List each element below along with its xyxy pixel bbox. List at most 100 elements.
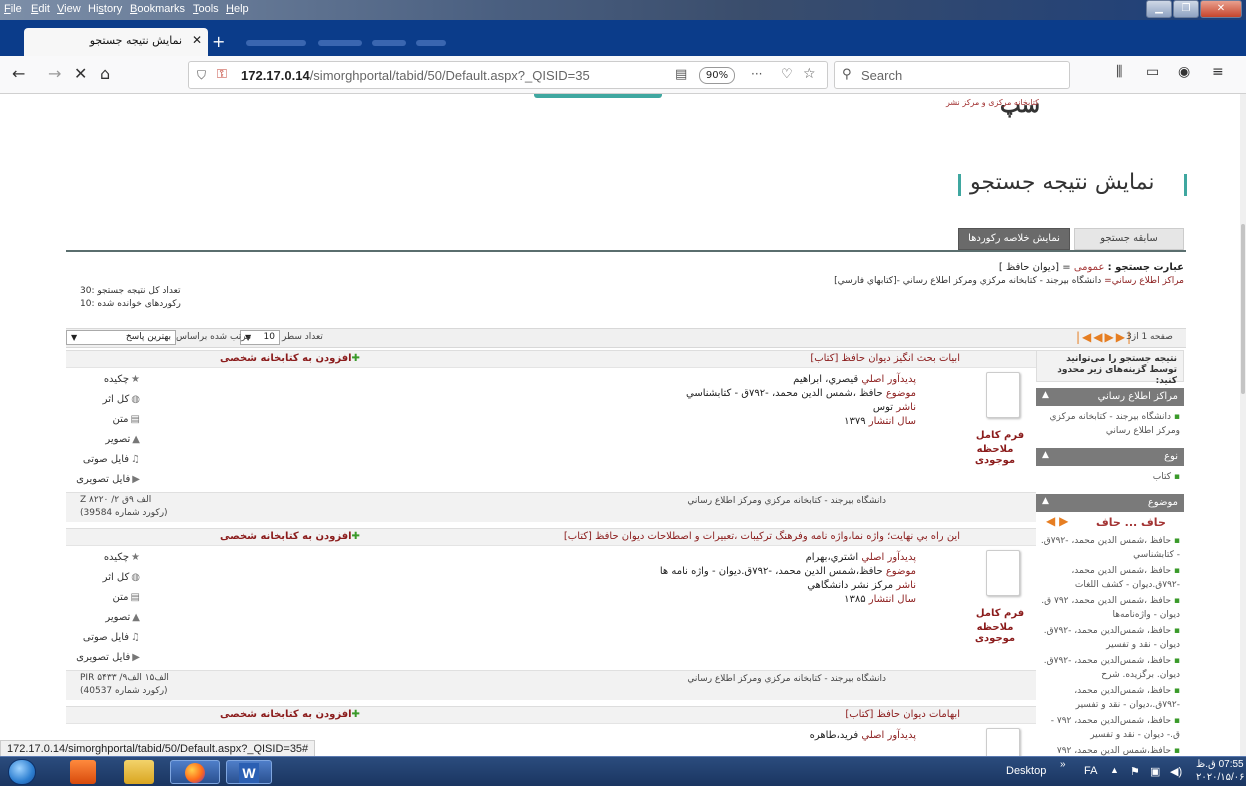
facet-header-centers[interactable]: مراكز اطلاع رساني ▲	[1036, 388, 1184, 406]
facet-header-type[interactable]: نوع ▲	[1036, 448, 1184, 466]
start-button[interactable]	[8, 759, 36, 785]
subject-facet-item[interactable]: ▪ حافظ، شمس‌الدين محمد، ۷۹۲ - ق.- ديوان …	[1040, 714, 1180, 742]
record-title[interactable]: ابيات بحث انگيز ديوان حافظ [كتاب]	[810, 353, 960, 364]
facet-item[interactable]: ▪ دانشگاه بيرجند - كتابخانه مركزي ومركز …	[1040, 410, 1180, 438]
tab-close-icon[interactable]: ✕	[192, 33, 202, 47]
facet-pager[interactable]: ◀ ▶	[1046, 514, 1068, 528]
clock-date[interactable]: ۲۰۲۰/۱۵/۰۶	[1196, 772, 1245, 783]
video-link[interactable]: ▶فایل تصویری	[76, 470, 140, 490]
first-page-icon[interactable]: |◀	[1076, 330, 1093, 344]
record-publisher[interactable]: توس	[873, 402, 893, 413]
abstract-link[interactable]: ★چکیده	[80, 548, 140, 568]
record-subject[interactable]: حافظ ،شمس الدين محمد، -۷۹۲ق - كتابشناسي	[686, 388, 883, 399]
flag-icon[interactable]: ⚑	[1130, 765, 1140, 778]
collapse-icon[interactable]: ▲	[1042, 390, 1049, 400]
audio-link[interactable]: ♫فایل صوتی	[80, 450, 140, 470]
pocket-icon[interactable]: ♡	[781, 67, 793, 82]
audio-link[interactable]: ♫فایل صوتی	[80, 628, 140, 648]
add-to-library-link[interactable]: ✚افزودن به کتابخانه شخصی	[220, 353, 360, 364]
subject-facet-item[interactable]: ▪ حافظ، شمس‌الدين محمد، -۷۹۲ق. ديوان. بر…	[1040, 654, 1180, 682]
facet-header-subject[interactable]: موضوع ▲	[1036, 494, 1184, 512]
subject-facet-item[interactable]: ▪ حافظ ،شمس الدين محمد، -۷۹۲ق.ديوان - كش…	[1040, 564, 1180, 592]
new-tab-button[interactable]: +	[212, 32, 225, 51]
forward-icon[interactable]: →	[48, 64, 61, 83]
blurred-tab[interactable]	[416, 40, 446, 46]
minimize-button[interactable]: ▁	[1146, 0, 1172, 18]
menu-history[interactable]: History	[88, 3, 122, 15]
video-link[interactable]: ▶فایل تصویری	[76, 648, 140, 668]
facet-range[interactable]: حاف ... حاف	[1096, 516, 1166, 529]
subject-facet-item[interactable]: ▪ حافظ ،شمس الدين محمد، ۷۹۲ ق. ديوان - و…	[1040, 594, 1180, 622]
full-record-link[interactable]: فرم کامل	[970, 608, 1030, 619]
pager-controls[interactable]: |◀◀▶▶|	[1076, 330, 1133, 344]
scrollbar-thumb[interactable]	[1241, 224, 1245, 394]
stop-icon[interactable]: ✕	[74, 64, 87, 83]
book-cover-icon[interactable]	[986, 728, 1020, 756]
image-link[interactable]: ▲تصویر	[80, 430, 140, 450]
book-cover-icon[interactable]	[986, 550, 1020, 596]
menu-icon[interactable]: ≡	[1212, 64, 1224, 80]
reader-view-icon[interactable]: ▤	[675, 67, 687, 82]
collapse-icon[interactable]: ▲	[1042, 496, 1049, 506]
tab-search-history[interactable]: سابقه جستجو	[1074, 228, 1184, 250]
menu-tools[interactable]: Tools	[193, 3, 219, 15]
blurred-tab[interactable]	[318, 40, 362, 46]
subject-facet-item[interactable]: ▪ حافظ، شمس‌الدين محمد، -۷۹۲ق.،ديوان - ن…	[1040, 684, 1180, 712]
add-to-library-link[interactable]: ✚افزودن به کتابخانه شخصی	[220, 531, 360, 542]
facet-item[interactable]: ▪ كتاب	[1040, 470, 1180, 484]
text-link[interactable]: ▤متن	[80, 410, 140, 430]
volume-icon[interactable]: ◀)	[1170, 765, 1182, 778]
subject-facet-item[interactable]: ▪ حافظ،شمس الدين محمد، ۷۹۲ ق.ديوان - نقد…	[1040, 744, 1180, 756]
tab-active[interactable]: نمایش نتیجه جستجو ✕	[24, 28, 208, 56]
network-icon[interactable]: ▣	[1150, 765, 1160, 778]
sort-select[interactable]: ▼ بهترین پاسخ	[66, 330, 176, 345]
shield-icon[interactable]: ⛉	[197, 68, 206, 83]
next-page-icon[interactable]: ▶	[1105, 330, 1116, 344]
desktop-toolbar[interactable]: Desktop	[1006, 765, 1046, 777]
full-work-link[interactable]: ◍کل اثر	[80, 568, 140, 588]
toolbar-expand-icon[interactable]: »	[1060, 759, 1066, 770]
book-cover-icon[interactable]	[986, 372, 1020, 418]
image-link[interactable]: ▲تصویر	[80, 608, 140, 628]
menu-view[interactable]: View	[57, 3, 81, 15]
word-icon[interactable]: W	[226, 760, 272, 784]
zoom-level[interactable]: 90%	[699, 67, 735, 84]
record-author[interactable]: قيصري، ابراهيم	[793, 374, 858, 385]
record-publisher[interactable]: مركز نشر دانشگاهي	[807, 580, 893, 591]
menu-edit[interactable]: Edit	[31, 3, 50, 15]
library-icon[interactable]: ⫼	[1116, 64, 1122, 80]
prev-page-icon[interactable]: ◀	[1093, 330, 1104, 344]
home-icon[interactable]: ⌂	[100, 64, 110, 83]
clock-time[interactable]: 07:55 ق.ظ	[1196, 759, 1244, 770]
next-page-icon[interactable]: ▶	[1059, 514, 1068, 528]
blurred-tab[interactable]	[246, 40, 306, 46]
page-scrollbar[interactable]	[1240, 94, 1246, 756]
sidebar-icon[interactable]: ▭	[1146, 64, 1159, 80]
file-explorer-icon[interactable]	[124, 760, 154, 784]
record-title[interactable]: ابهامات ديوان حافظ [كتاب]	[845, 709, 960, 720]
record-title[interactable]: اين راه بي نهايت؛ واژه نما،واژه نامه وفر…	[564, 531, 960, 542]
holdings-link[interactable]: ملاحظه موجودی	[960, 444, 1030, 466]
prev-page-icon[interactable]: ◀	[1046, 514, 1055, 528]
back-icon[interactable]: ←	[12, 64, 25, 83]
tab-records-summary[interactable]: نمایش خلاصه رکوردها	[958, 228, 1070, 250]
bookmark-star-icon[interactable]: ☆	[803, 66, 816, 82]
full-record-link[interactable]: فرم کامل	[970, 430, 1030, 441]
menu-help[interactable]: Help	[226, 3, 249, 15]
language-indicator[interactable]: FA	[1084, 765, 1097, 777]
maximize-button[interactable]: ❐	[1173, 0, 1199, 18]
abstract-link[interactable]: ★چکیده	[80, 370, 140, 390]
collapse-icon[interactable]: ▲	[1042, 450, 1049, 460]
subject-facet-item[interactable]: ▪ حافظ، شمس‌الدين محمد، -۷۹۲ق. ديوان - ن…	[1040, 624, 1180, 652]
account-icon[interactable]: ◉	[1178, 64, 1190, 80]
firefox-icon[interactable]	[170, 760, 220, 784]
add-to-library-link[interactable]: ✚افزودن به کتابخانه شخصی	[220, 709, 360, 720]
tray-expand-icon[interactable]: ▲	[1110, 765, 1119, 775]
full-work-link[interactable]: ◍کل اثر	[80, 390, 140, 410]
search-input[interactable]: ⚲ Search	[834, 61, 1070, 89]
menu-bookmarks[interactable]: Bookmarks	[130, 3, 185, 15]
url-bar[interactable]: ⛉ ⚿ 172.17.0.14/simorghportal/tabid/50/D…	[188, 61, 828, 89]
subject-facet-item[interactable]: ▪ حافظ ،شمس الدين محمد، -۷۹۲ق. - كتابشنا…	[1040, 534, 1180, 562]
blurred-tab[interactable]	[372, 40, 406, 46]
menu-file[interactable]: File	[4, 3, 22, 15]
